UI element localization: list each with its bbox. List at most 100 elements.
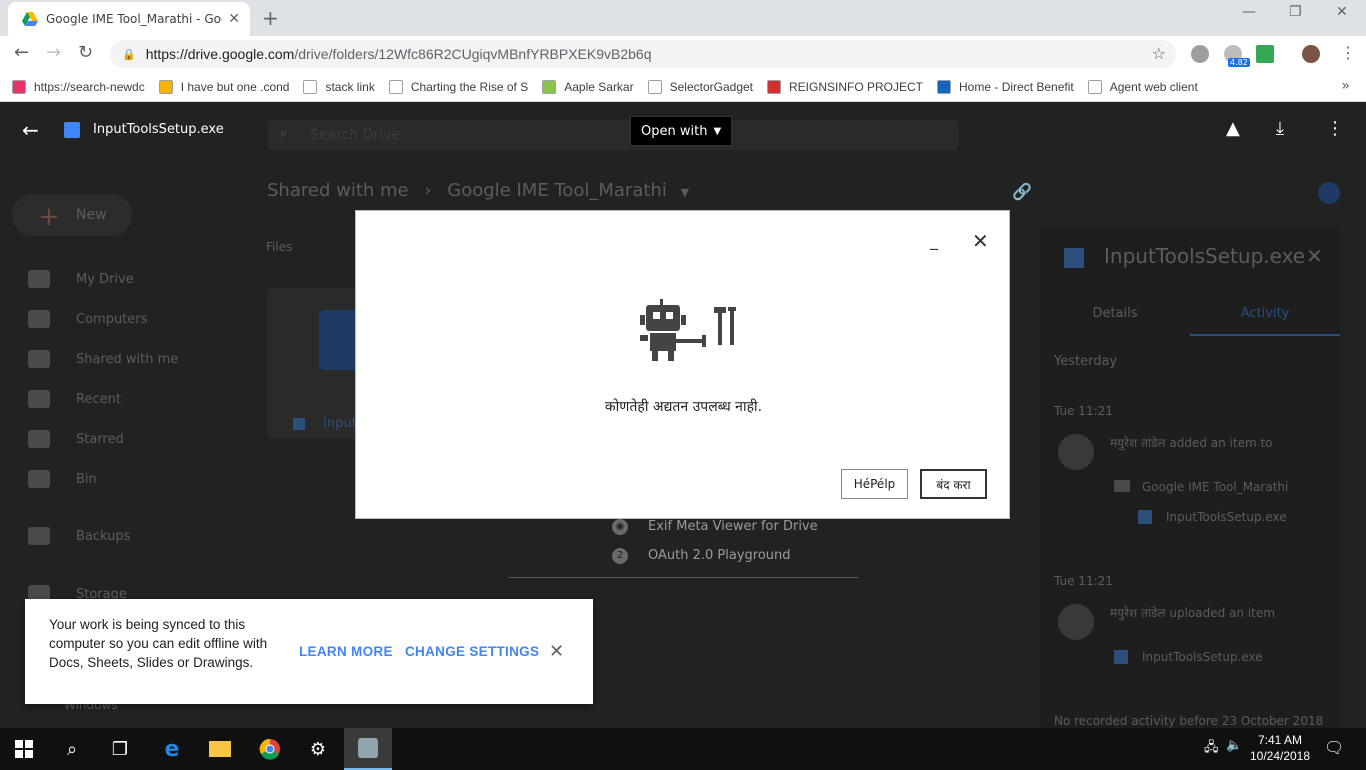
extension-sheets-icon[interactable] [1256, 45, 1274, 63]
bookmark-label: Aaple Sarkar [564, 79, 634, 94]
browser-tab-active[interactable]: Google IME Tool_Marathi - Google ✕ [8, 2, 250, 36]
robot-tools-icon [640, 299, 736, 361]
installer-icon [358, 738, 378, 758]
back-arrow-icon[interactable]: ← [14, 44, 29, 62]
forward-arrow-icon[interactable]: → [46, 44, 61, 62]
sidebar-item: Starred [28, 430, 124, 448]
menu-divider [508, 577, 858, 578]
open-with-menu-item[interactable]: 2 OAuth 2.0 Playground [612, 541, 818, 570]
bookmarks-overflow-icon[interactable]: » [1341, 78, 1350, 94]
activity-user: मयुरेश तांडेल [1110, 436, 1166, 450]
bookmark-star-icon[interactable]: ☆ [1152, 44, 1166, 63]
file-type-icon [64, 122, 80, 138]
file-explorer-icon[interactable] [196, 728, 244, 770]
change-settings-link[interactable]: CHANGE SETTINGS [405, 644, 539, 659]
google-drive-icon [22, 12, 38, 26]
bookmark-favicon-icon [388, 79, 403, 94]
download-icon[interactable]: ⤓ [1276, 118, 1284, 139]
sidebar-item-icon [28, 470, 50, 488]
profile-avatar[interactable] [1302, 45, 1320, 63]
bookmark-item[interactable]: REIGNSINFO PROJECT [767, 79, 924, 94]
chrome-icon[interactable] [246, 728, 294, 770]
browser-menu-icon[interactable]: ⋮ [1340, 44, 1356, 62]
bookmark-item[interactable]: Charting the Rise of S [388, 79, 528, 94]
activity-footer: No recorded activity before 23 October 2… [1054, 714, 1324, 728]
tab-activity: Activity [1190, 298, 1340, 336]
bookmarks-bar: https://search-newdc I have but one .cond… [0, 72, 1366, 102]
url-host: https://drive.google.com [145, 46, 295, 62]
bookmark-item[interactable]: https://search-newdc [12, 79, 145, 94]
new-tab-button[interactable]: + [262, 6, 279, 30]
close-button[interactable]: बंद करा [920, 469, 987, 499]
bookmark-label: Home - Direct Benefit [959, 79, 1074, 94]
sidebar-item-icon [28, 270, 50, 288]
open-with-menu-label: Exif Meta Viewer for Drive [648, 519, 818, 534]
bookmark-item[interactable]: stack link [303, 79, 375, 94]
avatar [1058, 434, 1094, 470]
add-to-drive-icon[interactable]: ▲ [1226, 118, 1240, 139]
help-button[interactable]: HéPélp [841, 469, 908, 499]
learn-more-link[interactable]: LEARN MORE [299, 644, 393, 659]
open-with-label: Open with [641, 123, 708, 139]
caret-down-icon: ▼ [713, 125, 722, 137]
action-center-icon[interactable]: 🗨 [1324, 738, 1344, 757]
window-restore-button[interactable]: ❐ [1289, 4, 1302, 20]
breadcrumb-separator: › [424, 180, 432, 201]
open-with-menu-label: OAuth 2.0 Playground [648, 548, 791, 563]
search-icon[interactable]: ⌕ [48, 728, 96, 770]
bookmark-item[interactable]: Home - Direct Benefit [937, 79, 1074, 94]
volume-muted-icon[interactable]: 🔈 [1226, 738, 1242, 753]
network-icon[interactable]: 🖧 [1204, 738, 1219, 760]
system-clock[interactable]: 7:41 AM 10/24/2018 [1248, 732, 1312, 764]
sidebar-item-icon [28, 430, 50, 448]
clock-date: 10/24/2018 [1249, 749, 1311, 763]
window-close-button[interactable]: ✕ [1336, 4, 1348, 20]
toast-close-icon[interactable]: ✕ [549, 641, 564, 662]
update-dialog: _ ✕ कोणतेही अद्यतन उपलब्ध नाही. HéPélp ब… [355, 210, 1010, 519]
sidebar-item-icon [28, 527, 50, 545]
chevron-down-icon: ▼ [680, 186, 690, 199]
sidebar-item-icon [28, 310, 50, 328]
activity-file: InputToolsSetup.exe [1142, 650, 1263, 664]
window-minimize-button[interactable]: — [1242, 4, 1256, 20]
viewer-file-name: InputToolsSetup.exe [93, 122, 224, 137]
drive-toolbar-icons: 🔗 [1012, 182, 1032, 201]
reload-icon[interactable]: ↻ [78, 44, 93, 62]
avatar [1058, 604, 1094, 640]
plus-icon: + [38, 202, 60, 232]
extension-gear-icon[interactable] [1191, 45, 1209, 63]
internet-explorer-icon[interactable]: e [148, 728, 196, 770]
dialog-minimize-icon[interactable]: _ [930, 231, 938, 250]
bookmark-item[interactable]: I have but one .cond [158, 79, 289, 94]
files-section-label: Files [266, 240, 293, 254]
app-icon: ◉ [612, 518, 628, 535]
bookmark-item[interactable]: SelectorGadget [647, 79, 753, 94]
tab-close-icon[interactable]: ✕ [228, 11, 240, 27]
file-type-icon [1114, 650, 1128, 664]
settings-gear-icon[interactable]: ⚙ [294, 728, 342, 770]
file-viewer-bar: ← InputToolsSetup.exe Open with ▼ ▲ ⤓ ⋮ [0, 102, 1366, 158]
windows-logo-icon [15, 740, 33, 758]
input-tools-setup-icon[interactable] [344, 728, 392, 770]
bookmark-item[interactable]: Aaple Sarkar [542, 79, 634, 94]
folder-icon [1114, 480, 1130, 492]
browser-tab-strip: Google IME Tool_Marathi - Google ✕ + — ❐… [0, 0, 1366, 36]
bookmark-favicon-icon [647, 79, 662, 94]
panel-close-icon: ✕ [1306, 244, 1323, 268]
activity-user: मयुरेश तांडेल [1110, 606, 1166, 620]
breadcrumb-root: Shared with me [267, 180, 409, 201]
bookmark-item[interactable]: Agent web client [1087, 79, 1198, 94]
back-arrow-icon[interactable]: ← [22, 118, 39, 142]
sidebar-item-label: Starred [76, 431, 124, 447]
tab-details: Details [1092, 306, 1138, 321]
bookmark-favicon-icon [542, 79, 557, 94]
bookmark-label: REIGNSINFO PROJECT [789, 79, 924, 94]
dialog-close-icon[interactable]: ✕ [972, 229, 989, 253]
open-with-button[interactable]: Open with ▼ [630, 116, 733, 146]
bookmark-label: stack link [325, 79, 375, 94]
task-view-icon[interactable]: ❐ [96, 728, 144, 770]
more-options-icon[interactable]: ⋮ [1326, 118, 1344, 139]
chrome-logo-icon [259, 738, 280, 760]
address-bar[interactable]: 🔒 https://drive.google.com/drive/folders… [110, 40, 1176, 68]
windows-start-icon[interactable] [0, 728, 48, 770]
